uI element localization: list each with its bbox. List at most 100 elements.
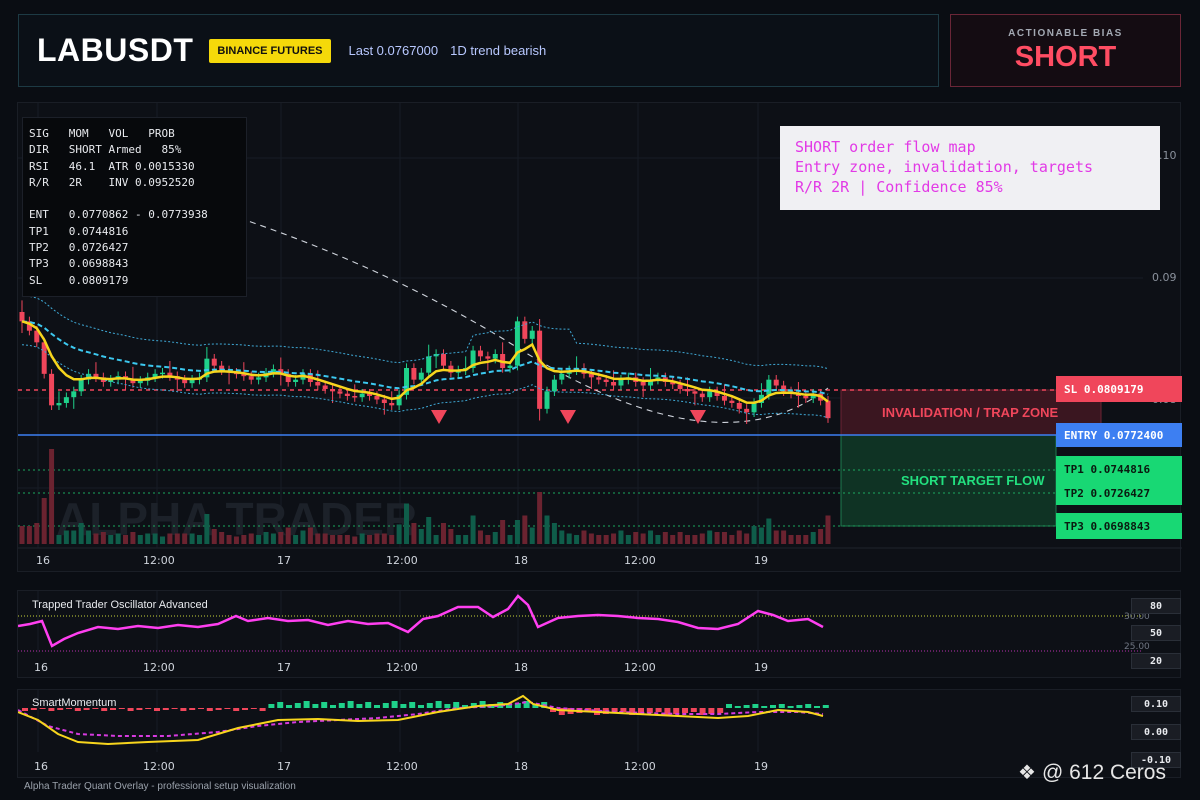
volume-bar bbox=[49, 449, 55, 544]
volume-bar bbox=[100, 532, 106, 544]
volume-bar bbox=[300, 530, 306, 544]
volume-bar bbox=[625, 535, 631, 544]
volume-bar bbox=[633, 532, 639, 544]
candle-body bbox=[692, 391, 698, 394]
volume-bar bbox=[736, 530, 742, 544]
volume-bar bbox=[640, 533, 646, 544]
volume-bar bbox=[781, 530, 787, 544]
volume-bar bbox=[330, 535, 336, 544]
candle-body bbox=[825, 400, 831, 419]
volume-bar bbox=[455, 535, 461, 544]
volume-bar bbox=[337, 535, 343, 544]
volume-bar bbox=[507, 535, 513, 544]
volume-bar bbox=[448, 529, 454, 544]
bias-box: ACTIONABLE BIAS SHORT bbox=[950, 14, 1181, 87]
momentum-bar bbox=[127, 708, 134, 711]
volume-bar bbox=[492, 532, 498, 544]
momentum-bar bbox=[356, 704, 363, 708]
volume-bar bbox=[167, 533, 173, 544]
exchange-badge: BINANCE FUTURES bbox=[209, 38, 331, 63]
tp3-label: TP3 0.0698843 bbox=[1056, 513, 1182, 539]
volume-bar bbox=[773, 530, 779, 544]
momentum-bar bbox=[268, 704, 275, 708]
volume-bar bbox=[196, 535, 202, 544]
candle-body bbox=[381, 399, 387, 403]
volume-bar bbox=[263, 532, 269, 544]
osc-level-text-lower: 25.00 bbox=[1124, 642, 1150, 652]
volume-bar bbox=[182, 533, 188, 544]
volume-bar bbox=[367, 535, 373, 544]
candle-body bbox=[618, 379, 624, 386]
momentum-chart[interactable]: 16 12:00 17 12:00 18 12:00 19 bbox=[18, 690, 1182, 779]
momentum-bar bbox=[136, 708, 143, 710]
volume-bar bbox=[596, 535, 602, 544]
time-label: 12:00 bbox=[386, 554, 418, 567]
volume-bar bbox=[788, 535, 794, 544]
osc-time-label: 18 bbox=[514, 661, 528, 674]
momentum-bar bbox=[330, 705, 336, 708]
volume-bar bbox=[574, 535, 580, 544]
time-label: 16 bbox=[36, 554, 50, 567]
volume-bar bbox=[418, 529, 424, 544]
momentum-bar bbox=[796, 705, 803, 708]
momentum-bar bbox=[814, 706, 820, 708]
volume-bar bbox=[219, 532, 225, 544]
osc-time-label: 12:00 bbox=[143, 661, 175, 674]
time-label: 17 bbox=[277, 554, 291, 567]
volume-bar bbox=[588, 533, 594, 544]
volume-bar bbox=[285, 527, 291, 544]
mom-time-label: 17 bbox=[277, 760, 291, 773]
momentum-bar bbox=[717, 708, 724, 713]
volume-bar bbox=[159, 536, 165, 544]
tp1-label: TP1 0.0744816 bbox=[1056, 456, 1182, 482]
volume-bar bbox=[655, 535, 661, 544]
volume-bar bbox=[714, 532, 720, 544]
osc-scale-20: 20 bbox=[1131, 653, 1181, 669]
candle-body bbox=[137, 380, 143, 384]
volume-bar bbox=[389, 535, 395, 544]
momentum-bar bbox=[382, 703, 389, 708]
mom-scale-zero: 0.00 bbox=[1131, 724, 1181, 740]
volume-bar bbox=[662, 532, 668, 544]
momentum-bar bbox=[453, 702, 460, 708]
candle-body bbox=[352, 396, 358, 398]
momentum-bar bbox=[206, 708, 213, 711]
entry-label: ENTRY 0.0772400 bbox=[1056, 423, 1182, 447]
momentum-bar bbox=[734, 706, 741, 708]
candle-body bbox=[440, 354, 446, 366]
candle-body bbox=[640, 382, 646, 386]
momentum-bar bbox=[690, 708, 697, 712]
diamond-logo-icon: ❖ bbox=[1018, 762, 1036, 784]
ema-line bbox=[21, 320, 829, 404]
momentum-bar bbox=[312, 704, 319, 708]
candle-body bbox=[485, 356, 491, 359]
momentum-bar bbox=[180, 708, 187, 711]
volume-bar bbox=[256, 535, 262, 544]
candle-body bbox=[803, 396, 809, 399]
candle-body bbox=[418, 372, 424, 380]
candle-body bbox=[537, 330, 543, 409]
candle-body bbox=[374, 396, 380, 400]
volume-bar bbox=[559, 530, 565, 544]
momentum-bar bbox=[365, 702, 372, 708]
momentum-bar bbox=[286, 705, 292, 708]
candle-body bbox=[729, 400, 735, 403]
volume-bar bbox=[618, 530, 624, 544]
momentum-panel[interactable]: 16 12:00 17 12:00 18 12:00 19 bbox=[17, 689, 1181, 778]
osc-scale-80: 80 bbox=[1131, 598, 1181, 614]
volume-bar bbox=[130, 532, 136, 544]
volume-bar bbox=[344, 535, 350, 544]
volume-bar bbox=[189, 533, 195, 544]
mom-time-label: 18 bbox=[514, 760, 528, 773]
volume-bar bbox=[611, 533, 617, 544]
candle-body bbox=[551, 379, 557, 392]
time-label: 12:00 bbox=[143, 554, 175, 567]
volume-bar bbox=[174, 533, 180, 544]
momentum-bar bbox=[277, 702, 284, 708]
volume-bar bbox=[766, 518, 772, 544]
tp2-label: TP2 0.0726427 bbox=[1056, 481, 1182, 505]
volume-bar bbox=[685, 535, 691, 544]
candle-body bbox=[49, 373, 55, 406]
volume-bar bbox=[440, 523, 446, 544]
momentum-title: SmartMomentum bbox=[32, 697, 117, 709]
